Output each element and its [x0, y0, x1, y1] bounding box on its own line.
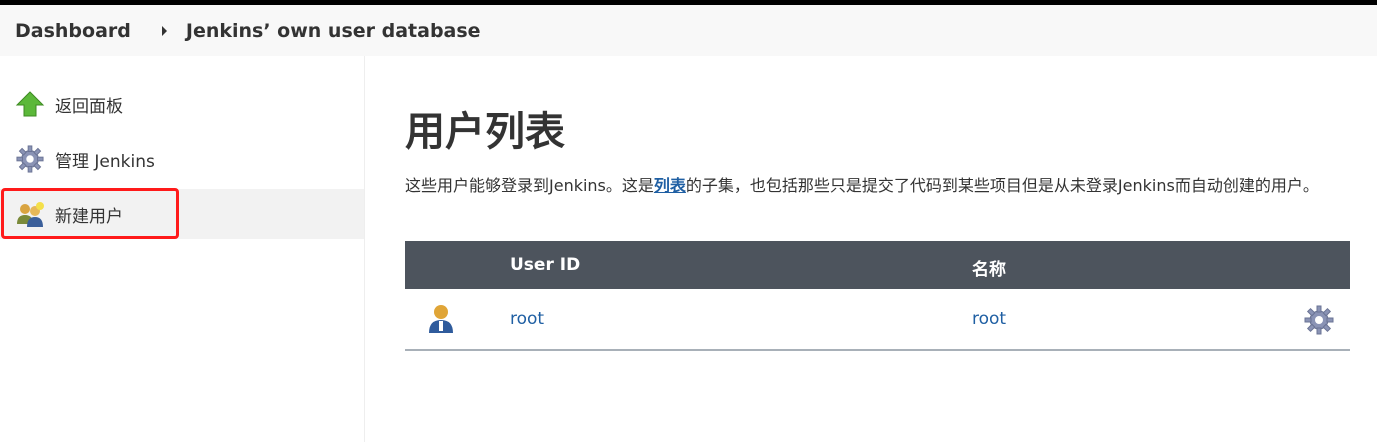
people-list-link[interactable]: 列表 — [654, 176, 686, 195]
sidebar-item-label: 管理 Jenkins — [55, 151, 155, 172]
page-title: 用户列表 — [405, 109, 565, 155]
page-description: 这些用户能够登录到Jenkins。这是列表的子集，也包括那些只是提交了代码到某些… — [405, 174, 1350, 198]
column-header-name[interactable]: 名称 — [972, 255, 1006, 280]
configure-user-gear-icon[interactable] — [1304, 305, 1334, 335]
breadcrumb-dashboard[interactable]: Dashboard — [15, 20, 131, 42]
user-avatar-icon — [429, 305, 453, 333]
user-name-link[interactable]: root — [972, 309, 1006, 329]
users-table-header: User ID 名称 — [405, 241, 1350, 289]
up-arrow-icon — [15, 91, 45, 117]
breadcrumb-user-database[interactable]: Jenkins’ own user database — [186, 20, 481, 42]
sidebar: 返回面板 管理 Jenkins 新建用户 — [0, 56, 365, 442]
column-header-user-id[interactable]: User ID — [510, 255, 580, 275]
highlight-box — [1, 188, 179, 239]
sidebar-item-manage-jenkins[interactable]: 管理 Jenkins — [0, 134, 364, 184]
gear-icon — [16, 145, 44, 173]
table-row: root root — [405, 289, 1350, 351]
user-id-link[interactable]: root — [510, 309, 544, 329]
sidebar-item-back-to-dashboard[interactable]: 返回面板 — [0, 79, 364, 129]
breadcrumb-separator-icon — [161, 25, 167, 36]
breadcrumb: Dashboard Jenkins’ own user database — [0, 5, 1377, 56]
sidebar-item-label: 返回面板 — [55, 96, 123, 117]
description-text: 这些用户能够登录到Jenkins。这是 — [405, 176, 654, 195]
description-text-continued: 的子集，也包括那些只是提交了代码到某些项目但是从未登录Jenkins而自动创建的… — [685, 176, 1319, 195]
